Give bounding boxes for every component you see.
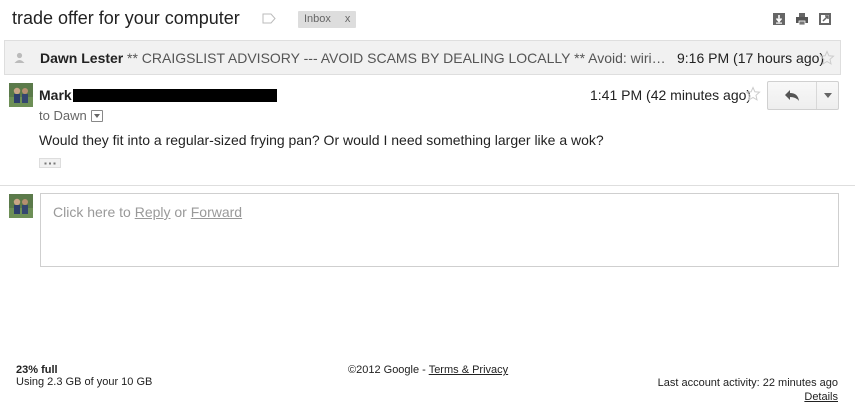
storage-quota: 23% full Using 2.3 GB of your 10 GB [16, 364, 152, 388]
reply-area: Click here to Reply or Forward [0, 190, 855, 270]
copyright-text: ©2012 Google - [348, 364, 429, 376]
label-tag-icon[interactable] [262, 13, 276, 24]
inbox-label-chip: Inbox x [298, 11, 357, 28]
last-activity-text: Last account activity: 22 minutes ago [657, 377, 838, 389]
reply-button-group [767, 81, 839, 110]
expanded-message: Mark 1:41 PM (42 minutes ago) to Dawn Wo… [0, 78, 855, 186]
forward-link[interactable]: Forward [191, 204, 242, 220]
reply-prompt-or: or [170, 204, 191, 220]
collapsed-sender-name: Dawn Lester [40, 50, 124, 66]
print-icon[interactable] [795, 12, 809, 26]
star-icon[interactable] [819, 50, 835, 66]
more-actions-dropdown[interactable] [816, 82, 838, 109]
reply-compose-box[interactable]: Click here to Reply or Forward [40, 193, 839, 267]
download-icon[interactable] [772, 12, 786, 26]
reply-prompt: Click here to Reply or Forward [53, 204, 242, 220]
account-activity: Last account activity: 22 minutes ago De… [658, 376, 838, 404]
footer-legal: ©2012 Google - Terms & Privacy [348, 364, 508, 376]
redacted-email-bar [73, 89, 277, 102]
collapsed-message-snippet: ** CRAIGSLIST ADVISORY --- AVOID SCAMS B… [127, 50, 667, 66]
inbox-label-text: Inbox [304, 13, 331, 25]
recipients-line: to Dawn [39, 108, 87, 123]
details-link[interactable]: Details [804, 391, 838, 403]
thread-header: trade offer for your computer Inbox x [0, 0, 855, 38]
message-time: 1:41 PM (42 minutes ago) [590, 87, 752, 103]
terms-privacy-link[interactable]: Terms & Privacy [429, 364, 508, 376]
chevron-down-icon [824, 93, 832, 98]
reply-button[interactable] [768, 82, 816, 109]
chevron-down-icon [94, 114, 100, 118]
collapsed-message-time: 9:16 PM (17 hours ago) [677, 50, 825, 66]
quota-percent: 23% full [16, 364, 58, 376]
quota-usage: Using 2.3 GB of your 10 GB [16, 376, 153, 388]
remove-label-button[interactable]: x [345, 13, 351, 25]
ellipsis-icon [44, 162, 56, 165]
show-trimmed-content-button[interactable] [39, 158, 61, 168]
show-details-dropdown[interactable] [91, 110, 103, 122]
user-avatar [9, 194, 33, 218]
default-avatar-icon [14, 52, 25, 63]
reply-arrow-icon [785, 90, 799, 101]
message-body: Would they fit into a regular-sized fryi… [39, 132, 604, 148]
collapsed-message-row[interactable]: Dawn Lester ** CRAIGSLIST ADVISORY --- A… [4, 40, 841, 75]
reply-prompt-prefix: Click here to [53, 204, 135, 220]
thread-subject: trade offer for your computer [12, 8, 240, 28]
sender-avatar [9, 83, 33, 107]
star-icon[interactable] [745, 86, 761, 102]
message-sender-name: Mark [39, 87, 72, 103]
reply-link[interactable]: Reply [135, 204, 171, 220]
new-window-icon[interactable] [818, 12, 832, 26]
